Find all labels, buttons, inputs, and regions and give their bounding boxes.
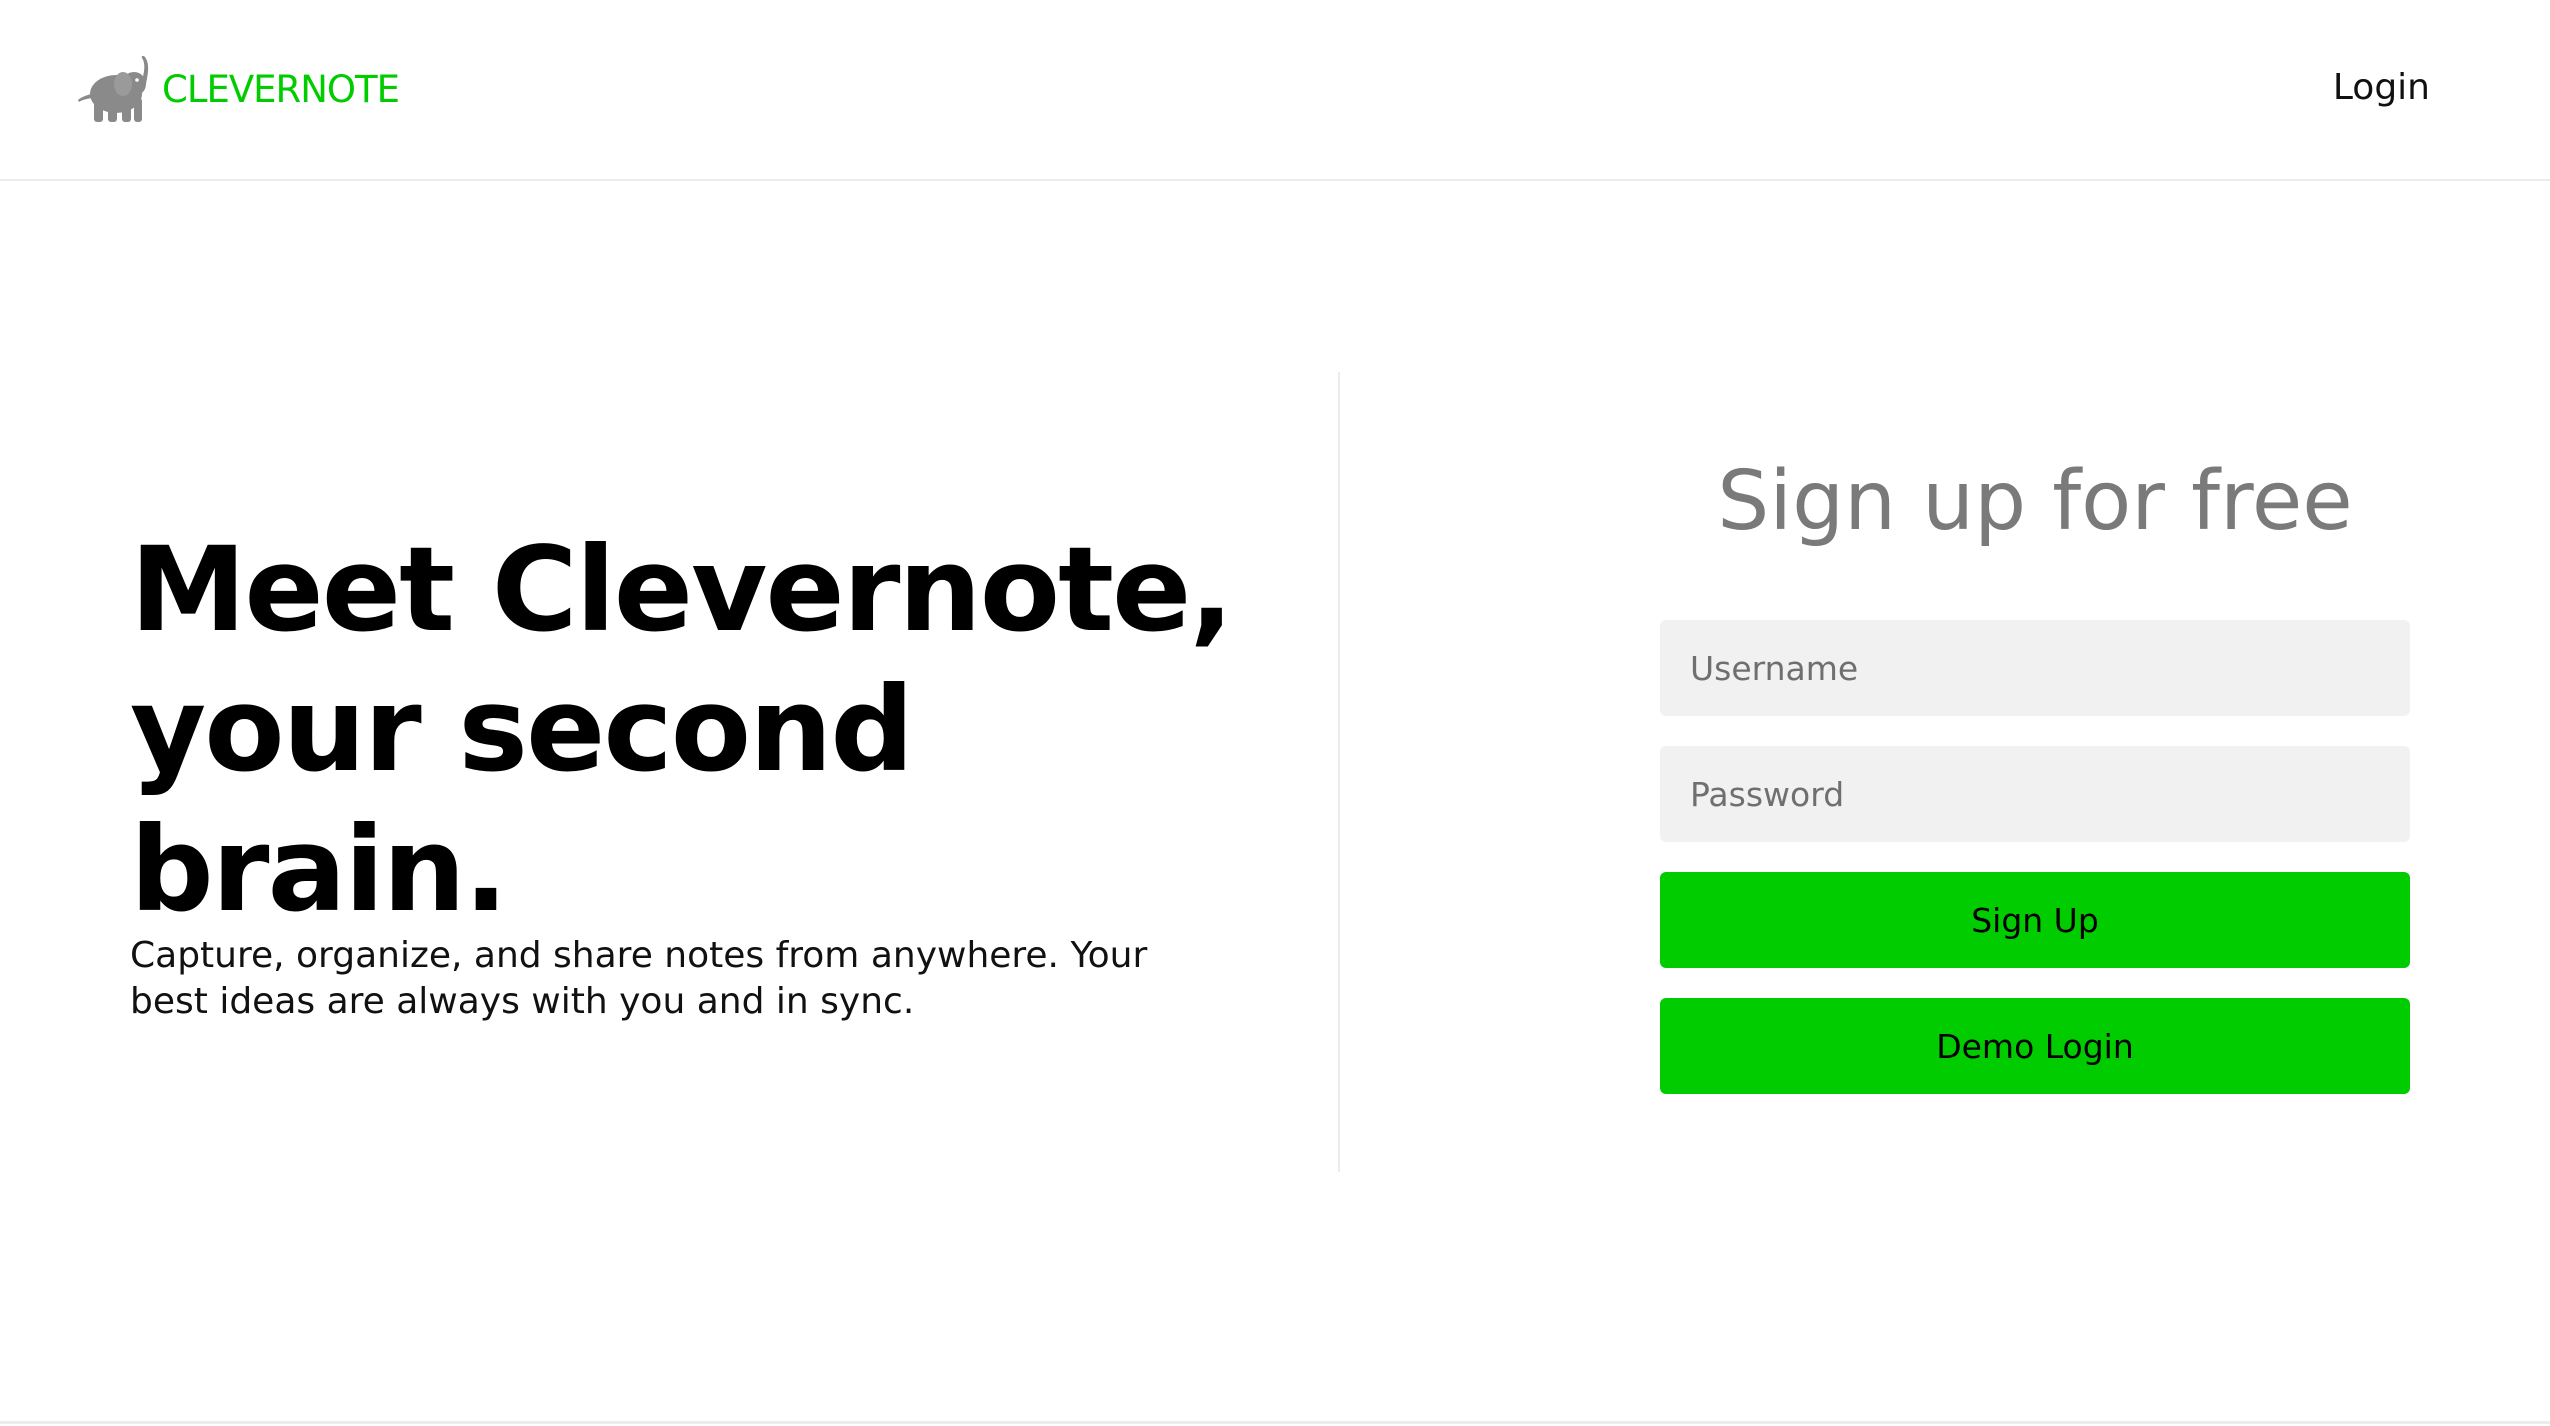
demo-login-button[interactable]: Demo Login [1660, 998, 2410, 1094]
elephant-icon [78, 55, 149, 122]
hero-title: Meet Clevernote, your second brain. [130, 521, 1234, 938]
top-navbar: CLEVERNOTE Login [0, 0, 2550, 181]
login-link[interactable]: Login [2333, 66, 2430, 109]
username-input[interactable] [1660, 620, 2410, 716]
signup-title: Sign up for free [1717, 454, 2353, 549]
brand-home-link[interactable]: CLEVERNOTE [76, 54, 400, 124]
section-divider [1338, 372, 1340, 1172]
brand-name: CLEVERNOTE [162, 67, 400, 111]
hero-subtitle: Capture, organize, and share notes from … [130, 935, 1148, 1022]
footer-divider [0, 1421, 2550, 1424]
password-input[interactable] [1660, 746, 2410, 842]
sign-up-button[interactable]: Sign Up [1660, 872, 2410, 968]
